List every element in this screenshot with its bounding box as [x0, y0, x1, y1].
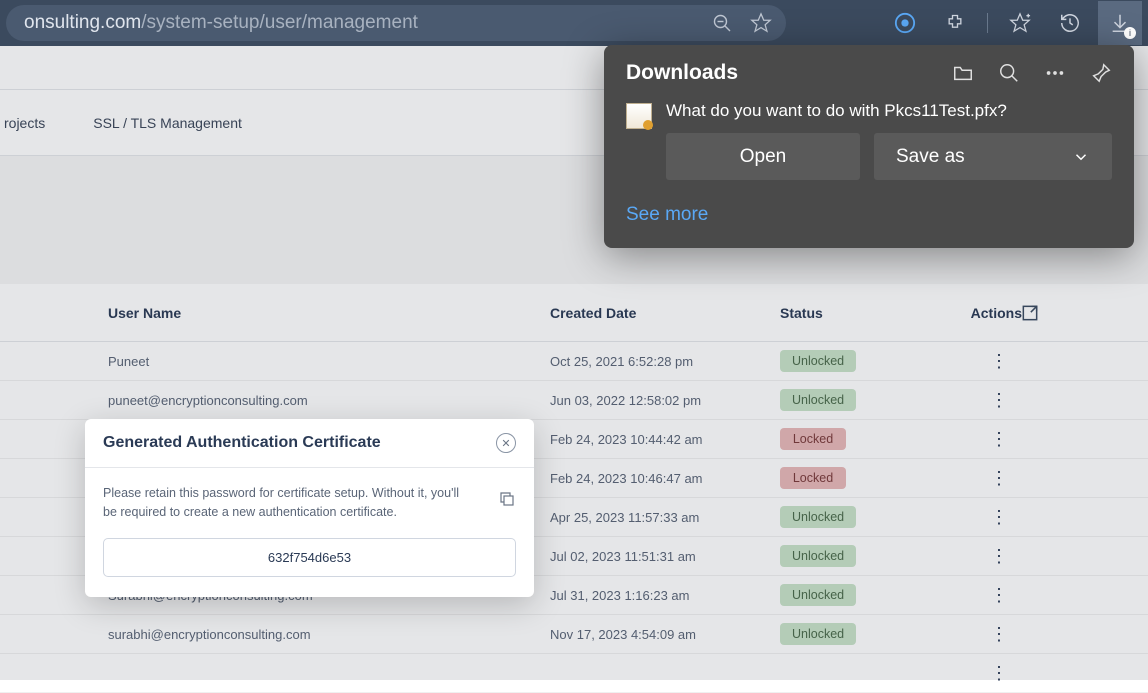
see-more-link[interactable]: See more — [604, 184, 730, 230]
download-question: What do you want to do with Pkcs11Test.p… — [666, 101, 1112, 121]
cell-status: Locked — [780, 428, 930, 450]
kebab-icon[interactable]: ⋮ — [990, 585, 1008, 605]
cell-user: Puneet — [0, 354, 550, 369]
cell-date: Apr 25, 2023 11:57:33 am — [550, 510, 780, 525]
pin-icon[interactable] — [1090, 62, 1112, 84]
search-icon[interactable] — [998, 62, 1020, 84]
table-row: puneet@encryptionconsulting.comJun 03, 2… — [0, 381, 1148, 420]
extensions-icon[interactable] — [933, 1, 977, 45]
kebab-icon[interactable]: ⋮ — [990, 429, 1008, 449]
cell-status: Unlocked — [780, 623, 930, 645]
folder-icon[interactable] — [952, 62, 974, 84]
file-icon — [626, 103, 652, 129]
certificate-modal: Generated Authentication Certificate ✕ P… — [85, 419, 534, 597]
cell-date: Jul 31, 2023 1:16:23 am — [550, 588, 780, 603]
history-icon[interactable] — [1048, 1, 1092, 45]
kebab-icon[interactable]: ⋮ — [990, 351, 1008, 371]
cell-user: surabhi@encryptionconsulting.com — [0, 627, 550, 642]
more-icon[interactable] — [1044, 62, 1066, 84]
modal-text: Please retain this password for certific… — [103, 484, 516, 522]
header-actions: Actions — [930, 305, 1040, 321]
cell-status: Unlocked — [780, 506, 930, 528]
tab-projects[interactable]: rojects — [0, 115, 49, 131]
browser-profile-icon[interactable] — [883, 1, 927, 45]
cell-user: puneet@encryptionconsulting.com — [0, 393, 550, 408]
cell-date: Jun 03, 2022 12:58:02 pm — [550, 393, 780, 408]
table-row: ⋮ — [0, 654, 1148, 693]
cell-date: Feb 24, 2023 10:46:47 am — [550, 471, 780, 486]
status-badge: Unlocked — [780, 350, 856, 372]
status-badge: Unlocked — [780, 389, 856, 411]
status-badge: Unlocked — [780, 584, 856, 606]
status-badge: Unlocked — [780, 623, 856, 645]
password-box[interactable]: 632f754d6e53 — [103, 538, 516, 577]
save-as-button[interactable]: Save as — [874, 133, 1112, 180]
kebab-icon[interactable]: ⋮ — [990, 663, 1008, 683]
browser-toolbar: onsulting.com/system-setup/user/manageme… — [0, 0, 1148, 46]
table-row: PuneetOct 25, 2021 6:52:28 pmUnlocked ⋮ — [0, 342, 1148, 381]
kebab-icon[interactable]: ⋮ — [990, 546, 1008, 566]
downloads-panel: Downloads What do you want to do with Pk… — [604, 45, 1134, 248]
kebab-icon[interactable]: ⋮ — [990, 390, 1008, 410]
zoom-out-icon[interactable] — [712, 13, 732, 33]
header-user[interactable]: User Name — [0, 305, 550, 321]
address-bar[interactable]: onsulting.com/system-setup/user/manageme… — [6, 5, 786, 41]
header-status[interactable]: Status — [780, 305, 930, 321]
tab-ssl-tls[interactable]: SSL / TLS Management — [89, 115, 246, 131]
cell-date: Jul 02, 2023 11:51:31 am — [550, 549, 780, 564]
kebab-icon[interactable]: ⋮ — [990, 507, 1008, 527]
cell-status: Unlocked — [780, 350, 930, 372]
cell-date: Nov 17, 2023 4:54:09 am — [550, 627, 780, 642]
cell-status: Locked — [780, 467, 930, 489]
table-row: surabhi@encryptionconsulting.comNov 17, … — [0, 615, 1148, 654]
url-text: onsulting.com/system-setup/user/manageme… — [24, 12, 768, 34]
kebab-icon[interactable]: ⋮ — [990, 624, 1008, 644]
open-button[interactable]: Open — [666, 133, 860, 180]
cell-status: Unlocked — [780, 389, 930, 411]
status-badge: Unlocked — [780, 506, 856, 528]
copy-icon[interactable] — [498, 490, 516, 508]
status-badge: Locked — [780, 428, 846, 450]
status-badge: Unlocked — [780, 545, 856, 567]
downloads-title: Downloads — [626, 61, 952, 85]
cell-date: Feb 24, 2023 10:44:42 am — [550, 432, 780, 447]
close-icon[interactable]: ✕ — [496, 433, 516, 453]
cell-date: Oct 25, 2021 6:52:28 pm — [550, 354, 780, 369]
favorites-icon[interactable] — [998, 1, 1042, 45]
fullscreen-icon[interactable] — [1020, 303, 1040, 323]
cell-status: Unlocked — [780, 584, 930, 606]
table-header: User Name Created Date Status Actions — [0, 284, 1148, 342]
modal-title: Generated Authentication Certificate — [103, 434, 381, 452]
status-badge: Locked — [780, 467, 846, 489]
cell-status: Unlocked — [780, 545, 930, 567]
downloads-icon[interactable]: i — [1098, 1, 1142, 45]
chevron-down-icon[interactable] — [1072, 148, 1090, 166]
header-date[interactable]: Created Date — [550, 305, 780, 321]
favorite-star-icon[interactable] — [750, 12, 772, 34]
kebab-icon[interactable]: ⋮ — [990, 468, 1008, 488]
